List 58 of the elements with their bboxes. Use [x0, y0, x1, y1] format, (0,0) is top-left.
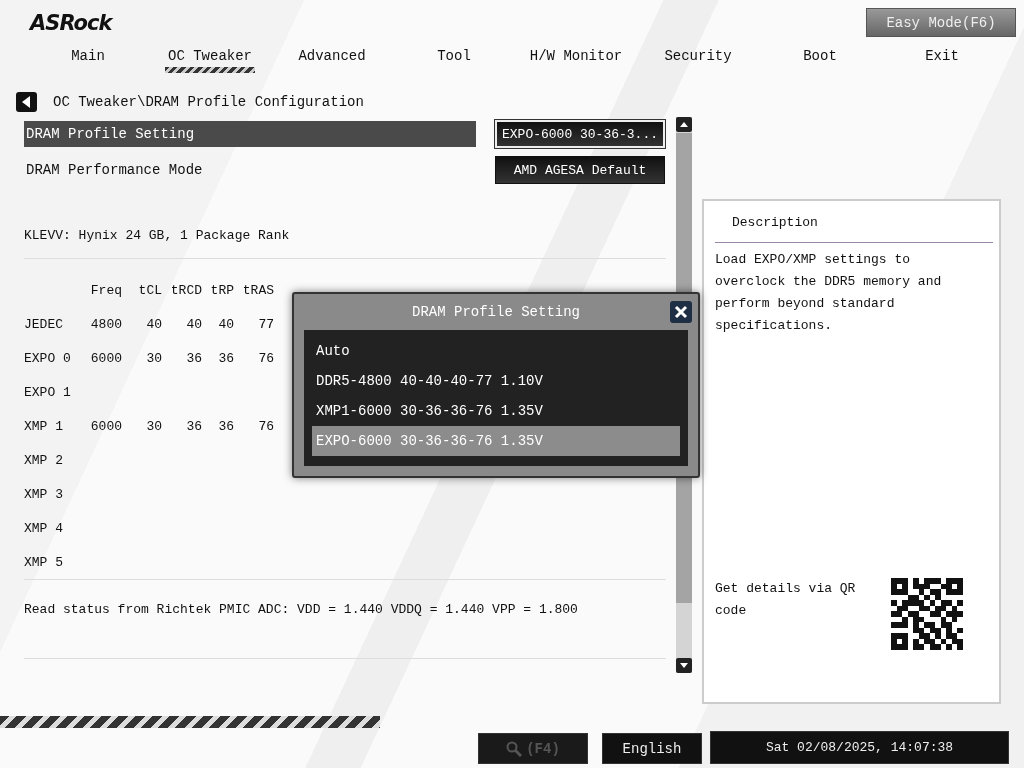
table-cell-text: 40: [145, 316, 162, 332]
date-time: Sat 02/08/2025, 14:07:38: [710, 731, 1009, 764]
table-cell-text: 36: [217, 350, 234, 366]
setting-value-button[interactable]: EXPO-6000 30-36-3...: [495, 120, 665, 148]
profile-name: JEDEC: [24, 316, 64, 332]
language-button[interactable]: English: [602, 733, 702, 764]
column-header: tRCD: [169, 282, 202, 298]
breadcrumb: OC Tweaker\DRAM Profile Configuration: [53, 94, 364, 110]
profile-name: XMP 5: [24, 554, 64, 570]
profile-name: XMP 2: [24, 452, 64, 468]
table-cell-text: 40: [185, 316, 202, 332]
menu-tab[interactable]: H/W Monitor: [515, 48, 637, 84]
qr-caption: Get details via QR code: [715, 580, 857, 620]
close-icon[interactable]: [670, 301, 692, 323]
back-icon[interactable]: [16, 92, 37, 112]
menu-tab[interactable]: OC Tweaker: [149, 48, 271, 84]
column-header: tRP: [209, 282, 234, 298]
search-icon: [506, 740, 523, 757]
profile-option[interactable]: DDR5-4800 40-40-40-77 1.10V: [312, 366, 680, 396]
module-info: KLEVV: Hynix 24 GB, 1 Package Rank: [24, 228, 291, 245]
dialog-title: DRAM Profile Setting: [411, 304, 581, 320]
table-cell-text: 36: [217, 418, 234, 434]
profile-option[interactable]: XMP1-6000 30-36-36-76 1.35V: [312, 396, 680, 426]
pmic-status: Read status from Richtek PMIC ADC: VDD = 1.440 VDDQ = 1.440 VPP = 1.800: [24, 602, 579, 619]
column-header: tCL: [137, 282, 162, 298]
profile-option[interactable]: Auto: [312, 336, 680, 366]
table-cell-text: 30: [145, 418, 162, 434]
description-title: Description: [715, 201, 993, 243]
table-cell-text: 77: [257, 316, 274, 332]
column-header: Freq: [89, 282, 122, 298]
setting-label[interactable]: DRAM Performance Mode: [24, 157, 476, 183]
profile-name: XMP 1: [24, 418, 64, 434]
table-cell-text: 36: [185, 350, 202, 366]
table-cell-text: 76: [257, 350, 274, 366]
menu-tab[interactable]: Tool: [393, 48, 515, 84]
logo: ASRock: [30, 11, 112, 35]
menu-tab[interactable]: Security: [637, 48, 759, 84]
menu-tab[interactable]: Boot: [759, 48, 881, 84]
table-cell-text: 30: [145, 350, 162, 366]
table-cell-text: 36: [185, 418, 202, 434]
table-cell-text: 4800: [89, 316, 122, 332]
setting-value-button[interactable]: AMD AGESA Default: [495, 156, 665, 184]
profile-name: XMP 4: [24, 520, 64, 536]
menu-tab[interactable]: Advanced: [271, 48, 393, 84]
menu-tab[interactable]: Main: [27, 48, 149, 84]
description-text: Load EXPO/XMP settings to overclock the DDR5 memory and perform beyond standard specifications.: [715, 251, 943, 335]
table-cell-text: 6000: [89, 350, 122, 366]
table-cell-text: 6000: [89, 418, 122, 434]
easy-mode-button[interactable]: Easy Mode(F6): [866, 8, 1016, 37]
menu-tab[interactable]: Exit: [881, 48, 1003, 84]
profile-name: XMP 3: [24, 486, 64, 502]
profile-name: EXPO 0: [24, 350, 72, 366]
setting-label[interactable]: DRAM Profile Setting: [24, 121, 476, 147]
qr-code: [891, 578, 963, 650]
table-cell-text: 40: [217, 316, 234, 332]
profile-name: EXPO 1: [24, 384, 72, 400]
table-cell-text: 76: [257, 418, 274, 434]
column-header: tRAS: [241, 282, 274, 298]
